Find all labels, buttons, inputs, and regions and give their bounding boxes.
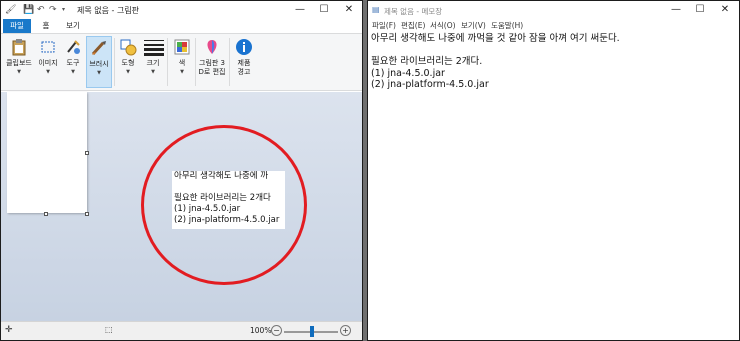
- shapes-icon: [119, 38, 137, 56]
- paint3d-icon: [203, 38, 221, 56]
- ribbon-divider: [195, 38, 196, 86]
- size-button[interactable]: 크기 ▼: [141, 36, 165, 88]
- shapes-dropdown-icon: ▼: [126, 69, 130, 75]
- ribbon-tabs: 파일 홈 보기: [1, 19, 362, 33]
- notepad-window: ▤ 제목 없음 - 메모장 — ☐ ✕ 파일(F) 편집(E) 서식(O) 보기…: [367, 0, 740, 341]
- text-line: (2) jna-platform-4.5.0.jar: [371, 79, 489, 90]
- paint3d-label: 그림판 3 D로 편집: [198, 59, 226, 76]
- cursor-position-icon: ✛: [5, 325, 13, 335]
- product-alert-button[interactable]: 제품 경고: [232, 36, 256, 88]
- ribbon-divider: [167, 38, 168, 86]
- status-bar: ✛ ⬚ 100% − +: [1, 321, 362, 340]
- color-button[interactable]: 색 ▼: [171, 36, 193, 88]
- clipboard-button[interactable]: 클립보드 ▼: [4, 36, 34, 88]
- red-circle-annotation: [141, 125, 307, 285]
- ribbon: 클립보드 ▼ 이미지 ▼ 도구 ▼ 브러시 ▼ 도형 ▼ 크기 ▼ 색 ▼ 그림…: [1, 33, 362, 91]
- zoom-level: 100%: [250, 326, 272, 335]
- tools-button[interactable]: 도구 ▼: [62, 36, 84, 88]
- drawing-canvas[interactable]: [7, 92, 87, 213]
- text-line: [371, 45, 731, 57]
- redo-icon[interactable]: ↷: [49, 5, 57, 15]
- size-label: 크기: [146, 59, 160, 67]
- maximize-button[interactable]: ☐: [312, 1, 336, 19]
- notepad-title-bar: ▤ 제목 없음 - 메모장 — ☐ ✕: [368, 1, 739, 19]
- brush-icon: [90, 39, 108, 57]
- canvas-area[interactable]: 아무리 생각해도 나중에 까 필요한 라이브러리는 2개다 (1) jna-4.…: [1, 92, 362, 321]
- tab-view[interactable]: 보기: [61, 19, 85, 33]
- menu-file[interactable]: 파일(F): [372, 20, 396, 31]
- tools-icon: [64, 38, 82, 56]
- clipboard-icon: [10, 38, 28, 56]
- quick-access-dropdown-icon[interactable]: ▾: [62, 5, 65, 15]
- brush-label: 브러시: [89, 60, 109, 68]
- ribbon-divider: [229, 38, 230, 86]
- clipboard-dropdown-icon: ▼: [17, 69, 21, 75]
- menu-format[interactable]: 서식(O): [430, 20, 456, 31]
- menu-edit[interactable]: 편집(E): [401, 20, 425, 31]
- size-dropdown-icon: ▼: [151, 69, 155, 75]
- canvas-resize-handle[interactable]: [85, 151, 89, 155]
- selection-size-icon: ⬚: [105, 325, 113, 334]
- minimize-button[interactable]: —: [288, 1, 312, 19]
- image-select-icon: [39, 38, 57, 56]
- zoom-in-button[interactable]: +: [340, 325, 351, 336]
- text-line: (1) jna-4.5.0.jar: [371, 67, 445, 79]
- paint-window-title: 제목 없음 - 그림판: [77, 6, 140, 15]
- color-palette-icon: [173, 38, 191, 56]
- menu-help[interactable]: 도움말(H): [491, 20, 523, 31]
- brush-dropdown-icon: ▼: [97, 70, 101, 76]
- clipboard-label: 클립보드: [6, 59, 32, 67]
- zoom-out-button[interactable]: −: [271, 325, 282, 336]
- minimize-button[interactable]: —: [664, 1, 688, 19]
- paint-app-icon: 🖌: [5, 5, 17, 15]
- maximize-button[interactable]: ☐: [688, 1, 712, 19]
- brush-button[interactable]: 브러시 ▼: [86, 36, 112, 88]
- undo-icon[interactable]: ↶: [37, 5, 45, 15]
- shapes-button[interactable]: 도형 ▼: [117, 36, 139, 88]
- product-alert-label: 제품 경고: [237, 59, 251, 76]
- color-dropdown-icon: ▼: [180, 69, 184, 75]
- info-icon: [235, 38, 253, 56]
- notepad-app-icon: ▤: [372, 5, 380, 14]
- close-button[interactable]: ✕: [713, 1, 737, 19]
- image-label: 이미지: [38, 59, 58, 67]
- text-line: 아무리 생각해도 나중에 까먹을 것 같아 잠을 아껴 여기 써둔다.: [371, 33, 620, 44]
- save-icon[interactable]: 💾: [23, 5, 34, 15]
- notepad-window-title: 제목 없음 - 메모장: [384, 7, 443, 16]
- line-size-icon: [144, 38, 164, 56]
- paint-window: 🖌 💾 ↶ ↷ ▾ 제목 없음 - 그림판 — ☐ ✕ 파일 홈 보기 클립보드…: [0, 0, 363, 341]
- shapes-label: 도형: [121, 59, 135, 67]
- close-button[interactable]: ✕: [337, 1, 361, 19]
- text-line: 필요한 라이브러리는 2개다.: [371, 56, 483, 67]
- tools-dropdown-icon: ▼: [71, 69, 75, 75]
- menu-bar: 파일(F) 편집(E) 서식(O) 보기(V) 도움말(H): [368, 19, 739, 32]
- menu-view[interactable]: 보기(V): [461, 20, 486, 31]
- color-label: 색: [178, 59, 186, 67]
- ribbon-divider: [114, 38, 115, 86]
- image-dropdown-icon: ▼: [46, 69, 50, 75]
- text-editor[interactable]: 아무리 생각해도 나중에 까먹을 것 같아 잠을 아껴 여기 써둔다. 필요한 …: [371, 33, 731, 91]
- paint-title-bar: 🖌 💾 ↶ ↷ ▾ 제목 없음 - 그림판 — ☐ ✕: [1, 1, 362, 19]
- tab-home[interactable]: 홈: [37, 19, 55, 33]
- zoom-slider-thumb[interactable]: [310, 326, 314, 337]
- image-button[interactable]: 이미지 ▼: [36, 36, 60, 88]
- paint3d-edit-button[interactable]: 그림판 3 D로 편집: [197, 36, 227, 88]
- tab-file[interactable]: 파일: [3, 19, 31, 33]
- canvas-resize-handle[interactable]: [85, 212, 89, 216]
- tools-label: 도구: [66, 59, 80, 67]
- canvas-resize-handle[interactable]: [44, 212, 48, 216]
